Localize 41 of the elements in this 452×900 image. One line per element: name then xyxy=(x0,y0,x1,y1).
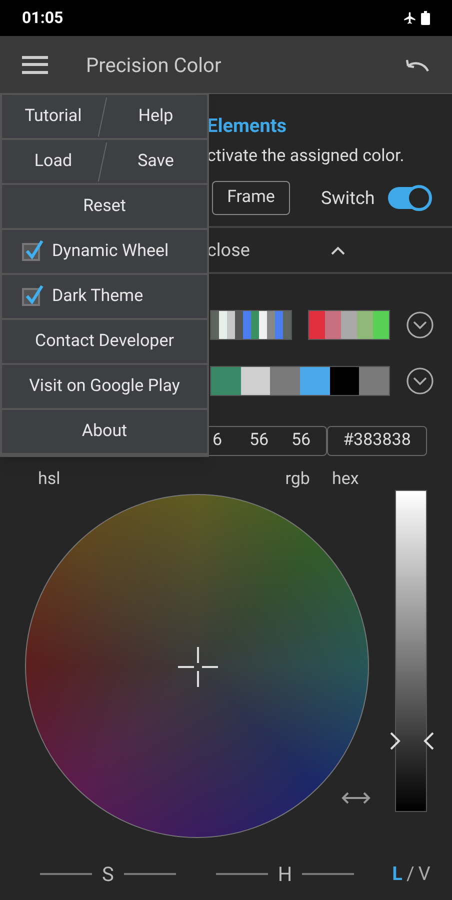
menu-item[interactable]: Save xyxy=(104,140,207,183)
crosshair-icon[interactable] xyxy=(178,647,218,687)
switch-label: Switch xyxy=(321,186,375,210)
mode-toggle[interactable]: L xyxy=(392,860,402,888)
clock: 01:05 xyxy=(22,7,64,29)
menu-item[interactable]: Contact Developer xyxy=(2,320,207,365)
menu-item[interactable]: Dynamic Wheel xyxy=(2,230,207,275)
axis-label: H xyxy=(278,861,292,888)
app-title: Precision Color xyxy=(86,52,222,78)
mode-toggle[interactable]: V xyxy=(418,860,430,888)
lightness-slider[interactable] xyxy=(389,490,433,812)
menu-item[interactable]: Visit on Google Play xyxy=(2,365,207,410)
hex-field[interactable]: #383838 xyxy=(327,426,427,456)
value-label[interactable]: hsl xyxy=(38,467,60,493)
rgb-value: 56 xyxy=(290,429,312,452)
collapse-label: close xyxy=(207,238,251,262)
menu-item[interactable]: Help xyxy=(104,95,207,138)
mode-separator: / xyxy=(406,860,414,887)
frame-button[interactable]: Frame xyxy=(212,181,290,215)
chevron-down-icon[interactable] xyxy=(406,311,434,339)
axis-label: S xyxy=(102,861,114,888)
palette-strip[interactable] xyxy=(210,366,390,396)
menu-item[interactable]: Tutorial xyxy=(2,95,104,138)
slider-thumb[interactable] xyxy=(390,730,434,751)
menu-icon[interactable] xyxy=(22,54,48,74)
swap-arrows-icon[interactable] xyxy=(341,790,371,806)
menu-item[interactable]: Load xyxy=(2,140,104,183)
value-label[interactable]: rgb xyxy=(285,467,310,493)
menu-item[interactable]: Dark Theme xyxy=(2,275,207,320)
status-icons xyxy=(403,11,430,25)
rgb-value: 56 xyxy=(248,429,270,452)
section-title: Elements xyxy=(207,113,288,139)
value-label[interactable]: hex xyxy=(332,467,359,493)
menu-item[interactable]: About xyxy=(2,410,207,455)
menu-item[interactable]: Reset xyxy=(2,185,207,230)
chevron-down-icon[interactable] xyxy=(406,367,434,395)
palette-strip[interactable] xyxy=(210,310,292,340)
switch[interactable] xyxy=(388,187,430,209)
chevron-up-icon[interactable] xyxy=(331,246,345,254)
rgb-value: 6 xyxy=(211,429,222,452)
section-description: ctivate the assigned color. xyxy=(207,145,406,168)
